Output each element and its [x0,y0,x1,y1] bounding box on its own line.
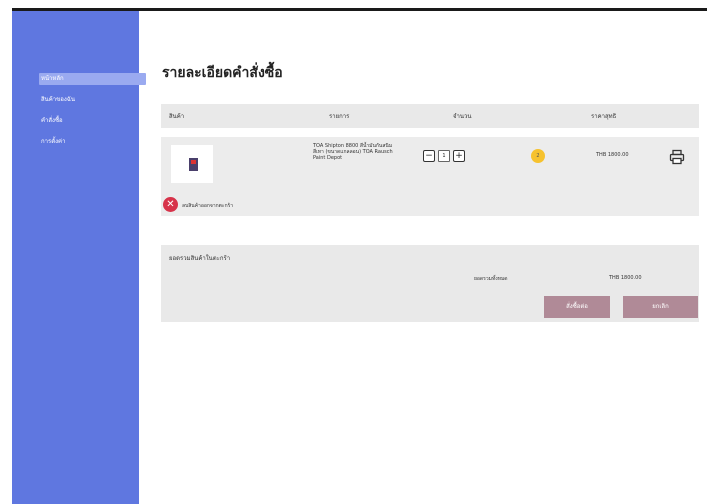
column-header-item: รายการ [329,113,350,120]
cart-summary: ยอดรวมสินค้าในตะกร้า ยอดรวมทั้งหมด THB 1… [161,245,699,322]
page-title: รายละเอียดคำสั่งซื้อ [162,65,283,81]
remove-item-link[interactable]: ลบสินค้าออกจากตะกร้า [182,202,233,210]
remove-item-icon[interactable]: ✕ [163,197,178,212]
quantity-field[interactable]: 1 [438,150,450,162]
sidebar-item-label: สินค้าของฉัน [41,96,75,103]
product-name: TOA Shipton 8800 สีน้ำมันกันสนิม สีเทา (… [313,143,393,161]
column-header-product: สินค้า [169,113,185,120]
column-header-net-price: ราคาสุทธิ [591,113,617,120]
product-image [171,145,213,183]
cancel-button[interactable]: ยกเลิก [623,296,698,318]
sidebar-item-my-products[interactable]: สินค้าของฉัน [39,94,75,106]
printer-icon[interactable] [669,149,685,169]
summary-heading: ยอดรวมสินค้าในตะกร้า [169,255,231,262]
sidebar-item-label: คำสั่งซื้อ [41,117,63,124]
sidebar-item-orders[interactable]: คำสั่งซื้อ [39,115,63,127]
table-row: TOA Shipton 8800 สีน้ำมันกันสนิม สีเทา (… [161,137,699,216]
order-button[interactable]: สั่งซื้อต่อ [544,296,610,318]
total-label: ยอดรวมทั้งหมด [474,276,508,282]
sidebar-item-home[interactable]: หน้าหลัก [39,73,146,85]
table-header: สินค้า รายการ จำนวน ราคาสุทธิ [161,104,699,128]
sidebar-item-label: หน้าหลัก [41,75,64,82]
quantity-badge: 2 [531,149,545,163]
sidebar-item-settings[interactable]: การตั้งค่า [39,136,65,148]
row-net-price: THB 1800.00 [596,152,629,158]
increase-quantity-button[interactable]: + [453,150,465,162]
column-header-quantity: จำนวน [453,113,472,120]
sidebar-item-label: การตั้งค่า [41,138,66,145]
total-value: THB 1800.00 [609,275,642,281]
decrease-quantity-button[interactable]: − [423,150,435,162]
